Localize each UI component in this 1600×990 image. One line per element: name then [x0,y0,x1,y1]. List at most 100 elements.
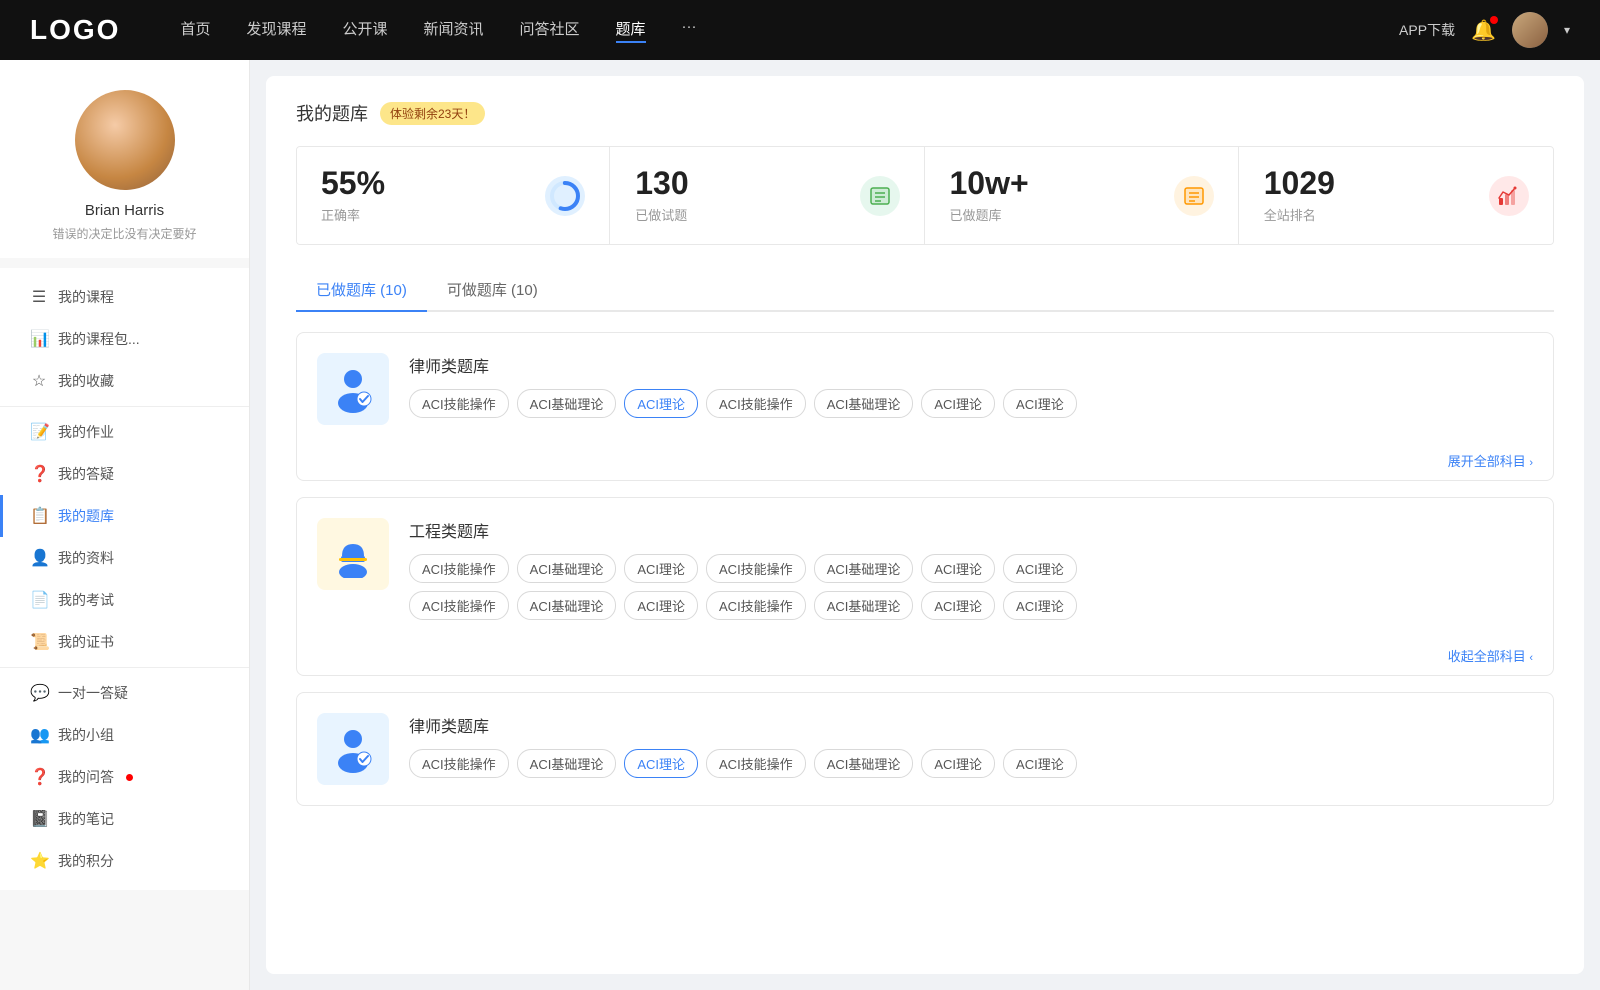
sidebar-item-label: 我的问答 [58,767,114,787]
quiz-tag[interactable]: ACI理论 [1003,554,1077,583]
quiz-tag[interactable]: ACI理论 [1003,389,1077,418]
sidebar-item-questions[interactable]: ❓ 我的问答 [0,756,249,798]
notification-bell[interactable]: 🔔 [1471,18,1496,43]
quiz-tag[interactable]: ACI基础理论 [814,749,914,778]
expand-button-law1[interactable]: 展开全部科目 › [297,445,1553,480]
sidebar-item-label: 我的课程 [58,287,114,307]
stat-label: 已做题库 [950,205,1158,224]
sidebar-menu: ☰ 我的课程 📊 我的课程包... ☆ 我的收藏 📝 我的作业 ❓ 我的答疑 📋 [0,268,249,890]
page-title: 我的题库 [296,100,368,126]
quiz-tag[interactable]: ACI技能操作 [409,749,509,778]
quiz-tag[interactable]: ACI理论 [921,749,995,778]
quiz-tag[interactable]: ACI基础理论 [814,591,914,620]
sidebar-item-group[interactable]: 👥 我的小组 [0,714,249,756]
quiz-content: 工程类题库 ACI技能操作 ACI基础理论 ACI理论 ACI技能操作 ACI基… [409,518,1533,620]
quiz-tag[interactable]: ACI理论 [921,389,995,418]
quiz-tags: ACI技能操作 ACI基础理论 ACI理论 ACI技能操作 ACI基础理论 AC… [409,389,1533,418]
sidebar-item-exam[interactable]: 📄 我的考试 [0,579,249,621]
quiz-tag[interactable]: ACI技能操作 [706,591,806,620]
ranking-icon [1489,176,1529,216]
quiz-tag[interactable]: ACI理论 [921,554,995,583]
sidebar-item-1on1-qa[interactable]: 💬 一对一答疑 [0,672,249,714]
quiz-tag[interactable]: ACI理论 [624,591,698,620]
lawyer-icon [317,353,389,425]
sidebar-item-notes[interactable]: 📓 我的笔记 [0,798,249,840]
sidebar-item-quiz-bank[interactable]: 📋 我的题库 [0,495,249,537]
dropdown-chevron[interactable]: ▾ [1564,23,1570,37]
certificate-icon: 📜 [30,632,48,652]
quiz-tag[interactable]: ACI技能操作 [706,749,806,778]
sidebar-item-certificate[interactable]: 📜 我的证书 [0,621,249,663]
engineer-icon [317,518,389,590]
sidebar-item-course-package[interactable]: 📊 我的课程包... [0,318,249,360]
sidebar-item-favorites[interactable]: ☆ 我的收藏 [0,360,249,402]
avatar [75,90,175,190]
exam-icon: 📄 [30,590,48,610]
quiz-tag[interactable]: ACI技能操作 [409,554,509,583]
sidebar-item-qa[interactable]: ❓ 我的答疑 [0,453,249,495]
quiz-tag[interactable]: ACI基础理论 [814,554,914,583]
nav-discover[interactable]: 发现课程 [246,18,306,43]
navbar-right: APP下载 🔔 ▾ [1399,12,1570,48]
sidebar-item-label: 我的小组 [58,725,114,745]
user-motto: 错误的决定比没有决定要好 [16,225,233,242]
quiz-tag[interactable]: ACI理论 [1003,749,1077,778]
nav-home[interactable]: 首页 [180,18,210,43]
quiz-tag-selected[interactable]: ACI理论 [624,749,698,778]
quiz-tag[interactable]: ACI基础理论 [517,591,617,620]
quiz-tag[interactable]: ACI基础理论 [517,554,617,583]
sidebar-item-label: 我的答疑 [58,464,114,484]
stat-accuracy: 55% 正确率 [297,147,610,244]
divider [0,667,249,668]
quiz-tag[interactable]: ACI基础理论 [814,389,914,418]
quiz-tag[interactable]: ACI技能操作 [706,554,806,583]
quiz-tag[interactable]: ACI技能操作 [409,389,509,418]
stat-label: 全站排名 [1264,205,1473,224]
quiz-content: 律师类题库 ACI技能操作 ACI基础理论 ACI理论 ACI技能操作 ACI基… [409,713,1533,778]
sidebar-profile: Brian Harris 错误的决定比没有决定要好 [0,60,249,258]
trial-badge: 体验剩余23天！ [380,102,485,125]
quiz-icon: 📋 [30,506,48,526]
quiz-tag-selected[interactable]: ACI理论 [624,389,698,418]
sidebar-item-label: 我的考试 [58,590,114,610]
quiz-tag[interactable]: ACI技能操作 [706,389,806,418]
notification-dot [126,774,133,781]
sidebar: Brian Harris 错误的决定比没有决定要好 ☰ 我的课程 📊 我的课程包… [0,60,250,990]
quiz-section-eng1: 工程类题库 ACI技能操作 ACI基础理论 ACI理论 ACI技能操作 ACI基… [296,497,1554,676]
quiz-tag[interactable]: ACI理论 [1003,591,1077,620]
logo: LOGO [30,14,120,46]
sidebar-item-points[interactable]: ⭐ 我的积分 [0,840,249,882]
sidebar-item-label: 我的作业 [58,422,114,442]
group-icon: 👥 [30,725,48,745]
star-icon: ☆ [30,371,48,391]
sidebar-item-profile[interactable]: 👤 我的资料 [0,537,249,579]
collapse-button-eng1[interactable]: 收起全部科目 ‹ [297,640,1553,675]
notification-dot [1490,16,1498,24]
sidebar-item-homework[interactable]: 📝 我的作业 [0,411,249,453]
1on1-icon: 💬 [30,683,48,703]
quiz-tag[interactable]: ACI理论 [921,591,995,620]
collapse-arrow: ‹ [1529,652,1533,664]
quiz-tag[interactable]: ACI技能操作 [409,591,509,620]
nav-opencourse[interactable]: 公开课 [342,18,387,43]
quiz-tags-row1: ACI技能操作 ACI基础理论 ACI理论 ACI技能操作 ACI基础理论 AC… [409,554,1533,583]
stat-value: 10w+ [950,167,1158,199]
lawyer-icon-2 [317,713,389,785]
avatar[interactable] [1512,12,1548,48]
quiz-section-body: 律师类题库 ACI技能操作 ACI基础理论 ACI理论 ACI技能操作 ACI基… [297,333,1553,445]
quiz-tag[interactable]: ACI基础理论 [517,749,617,778]
page-header: 我的题库 体验剩余23天！ [296,100,1554,126]
sidebar-item-my-course[interactable]: ☰ 我的课程 [0,276,249,318]
nav-news[interactable]: 新闻资讯 [424,18,484,43]
quiz-tag[interactable]: ACI基础理论 [517,389,617,418]
app-download-link[interactable]: APP下载 [1399,20,1455,40]
qa-icon: ❓ [30,464,48,484]
tab-done[interactable]: 已做题库 (10) [296,269,427,312]
quiz-tag[interactable]: ACI理论 [624,554,698,583]
nav-qa[interactable]: 问答社区 [520,18,580,43]
nav-more[interactable]: ··· [682,18,697,43]
stat-text: 1029 全站排名 [1264,167,1473,224]
nav-links: 首页 发现课程 公开课 新闻资讯 问答社区 题库 ··· [180,18,1399,43]
nav-quiz[interactable]: 题库 [616,18,646,43]
tab-available[interactable]: 可做题库 (10) [427,269,558,312]
